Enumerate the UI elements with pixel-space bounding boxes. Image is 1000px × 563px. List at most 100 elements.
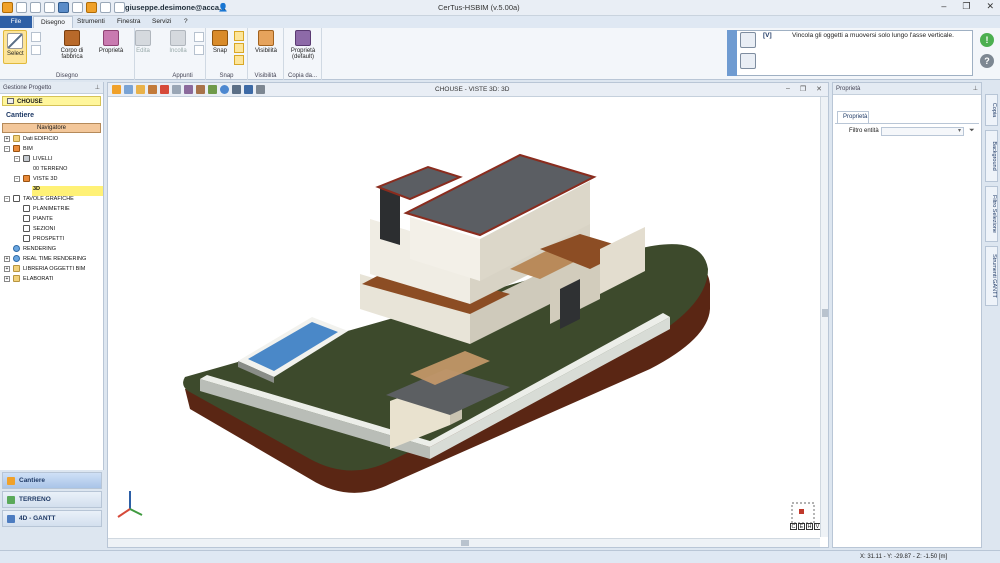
project-row[interactable]: CHOUSE — [2, 96, 101, 106]
info-icon[interactable]: ! — [980, 33, 994, 47]
snap-button[interactable]: Snap — [209, 30, 231, 54]
close-icon[interactable]: ✕ — [816, 85, 822, 93]
collapse-icon[interactable]: − — [14, 176, 20, 182]
tree-item-3d[interactable]: 3D — [0, 184, 103, 194]
tree-item-prospetti[interactable]: PROSPETTI — [0, 234, 103, 244]
view-cube[interactable] — [791, 502, 815, 524]
scroll-thumb[interactable] — [822, 309, 828, 317]
tab-finestra[interactable]: Finestra — [110, 16, 147, 28]
side-tab-copia[interactable]: Copia — [985, 94, 998, 126]
measure-icon[interactable] — [244, 85, 253, 94]
material-icon[interactable] — [196, 85, 205, 94]
pin-icon[interactable]: ⊥ — [973, 85, 978, 92]
tab-help[interactable]: ? — [177, 16, 195, 28]
snap-line-icon[interactable] — [234, 55, 244, 65]
tree-item-planimetrie[interactable]: PLANIMETRIE — [0, 204, 103, 214]
edita-button[interactable]: Edita — [132, 30, 154, 54]
undo-icon[interactable] — [100, 2, 111, 13]
export-icon[interactable] — [86, 2, 97, 13]
tab-file[interactable]: File — [0, 16, 32, 28]
box-icon[interactable] — [148, 85, 157, 94]
help-question-icon[interactable] — [740, 32, 756, 48]
user-icon[interactable]: 👤 — [218, 3, 228, 12]
app-logo-icon[interactable] — [2, 2, 13, 13]
expand-icon[interactable]: + — [4, 276, 10, 282]
tree-item-terreno[interactable]: 00 TERRENO — [0, 164, 103, 174]
collapse-icon[interactable]: − — [14, 156, 20, 162]
tab-proprieta[interactable]: Proprietà — [837, 111, 869, 123]
axis-gizmo[interactable] — [117, 491, 143, 518]
maximize-icon[interactable]: ❐ — [962, 1, 970, 12]
new-file-icon[interactable] — [16, 2, 27, 13]
zoom-extents-icon[interactable] — [172, 85, 181, 94]
orbit-icon[interactable] — [112, 85, 121, 94]
navigator-bar[interactable]: Navigatore — [2, 123, 101, 133]
snap-grid-icon[interactable] — [234, 31, 244, 41]
tree-item-elaborati[interactable]: + ELABORATI — [0, 274, 103, 284]
share-icon[interactable] — [256, 85, 265, 94]
scroll-thumb[interactable] — [461, 540, 469, 546]
corpo-fabbrica-button[interactable]: Corpo di fabbrica — [52, 30, 92, 60]
nav-terreno[interactable]: TERRENO — [2, 491, 102, 508]
restore-icon[interactable]: ❐ — [800, 85, 806, 93]
help-settings-icon[interactable] — [740, 53, 756, 69]
view-cube-e[interactable]: E — [798, 523, 805, 530]
save-as-icon[interactable] — [58, 2, 69, 13]
expand-icon[interactable]: + — [4, 266, 10, 272]
tree-item-piante[interactable]: PIANTE — [0, 214, 103, 224]
tree-item-real-time-rendering[interactable]: + REAL TIME RENDERING — [0, 254, 103, 264]
tab-strumenti[interactable]: Strumenti — [70, 16, 112, 28]
view-cube-h[interactable]: H — [806, 523, 813, 530]
help-panel-tab[interactable] — [727, 30, 737, 76]
tree-item-tavole-grafiche[interactable]: − TAVOLE GRAFICHE — [0, 194, 103, 204]
copy-icon[interactable] — [194, 45, 204, 55]
tab-disegno[interactable]: Disegno — [33, 16, 73, 28]
collapse-icon[interactable]: − — [4, 196, 10, 202]
zoom-window-icon[interactable] — [184, 85, 193, 94]
print-icon[interactable] — [72, 2, 83, 13]
incolla-button[interactable]: Incolla — [164, 30, 192, 54]
proprieta-default-button[interactable]: Proprietà (default) — [286, 30, 320, 60]
3d-scene[interactable] — [110, 99, 818, 535]
expand-icon[interactable]: + — [4, 136, 10, 142]
view-cube-c[interactable]: C — [790, 523, 797, 530]
terrain-view-icon[interactable] — [208, 85, 217, 94]
side-tab-background[interactable]: Background — [985, 130, 998, 182]
zoom-icon[interactable] — [124, 85, 133, 94]
horizontal-scrollbar[interactable] — [108, 538, 820, 547]
save-icon[interactable] — [44, 2, 55, 13]
tree-item-bim[interactable]: − BIM — [0, 144, 103, 154]
pin-icon[interactable]: ⊥ — [95, 84, 100, 91]
section-tool-icon[interactable] — [232, 85, 241, 94]
side-tab-gantt[interactable]: Strumenti GANTT — [985, 246, 998, 306]
visibilita-button[interactable]: Visibilità — [251, 30, 281, 54]
select-down-icon[interactable] — [31, 45, 41, 55]
select-up-icon[interactable] — [31, 32, 41, 42]
select-button[interactable]: Select — [3, 30, 27, 64]
collapse-icon[interactable]: − — [4, 146, 10, 152]
redo-icon[interactable] — [114, 2, 125, 13]
tree-item-viste-3d[interactable]: − VISTE 3D — [0, 174, 103, 184]
render-icon[interactable] — [220, 85, 229, 94]
tree-item-libreria[interactable]: + LIBRERIA OGGETTI BIM — [0, 264, 103, 274]
minimize-icon[interactable]: – — [786, 85, 790, 93]
expand-icon[interactable]: + — [4, 256, 10, 262]
tree-item-sezioni[interactable]: SEZIONI — [0, 224, 103, 234]
cut-icon[interactable] — [194, 32, 204, 42]
question-icon[interactable]: ? — [980, 54, 994, 68]
tab-servizi[interactable]: Servizi — [145, 16, 179, 28]
snap-point-icon[interactable] — [234, 43, 244, 53]
close-icon[interactable]: ✕ — [986, 1, 994, 12]
nav-gantt[interactable]: 4D - GANTT — [2, 510, 102, 527]
tree-item-rendering[interactable]: RENDERING — [0, 244, 103, 254]
entity-filter-select[interactable] — [881, 127, 964, 136]
vertical-scrollbar[interactable] — [820, 97, 828, 537]
open-file-icon[interactable] — [30, 2, 41, 13]
proprieta-button[interactable]: Proprietà — [94, 30, 128, 54]
layers-icon[interactable] — [136, 85, 145, 94]
user-email[interactable]: giuseppe.desimone@acca.it — [125, 3, 226, 12]
minimize-icon[interactable]: – — [941, 1, 946, 12]
tree-item-livelli[interactable]: − LIVELLI — [0, 154, 103, 164]
camera-icon[interactable] — [160, 85, 169, 94]
tree-item-dati-edificio[interactable]: + Dati EDIFICIO — [0, 134, 103, 144]
